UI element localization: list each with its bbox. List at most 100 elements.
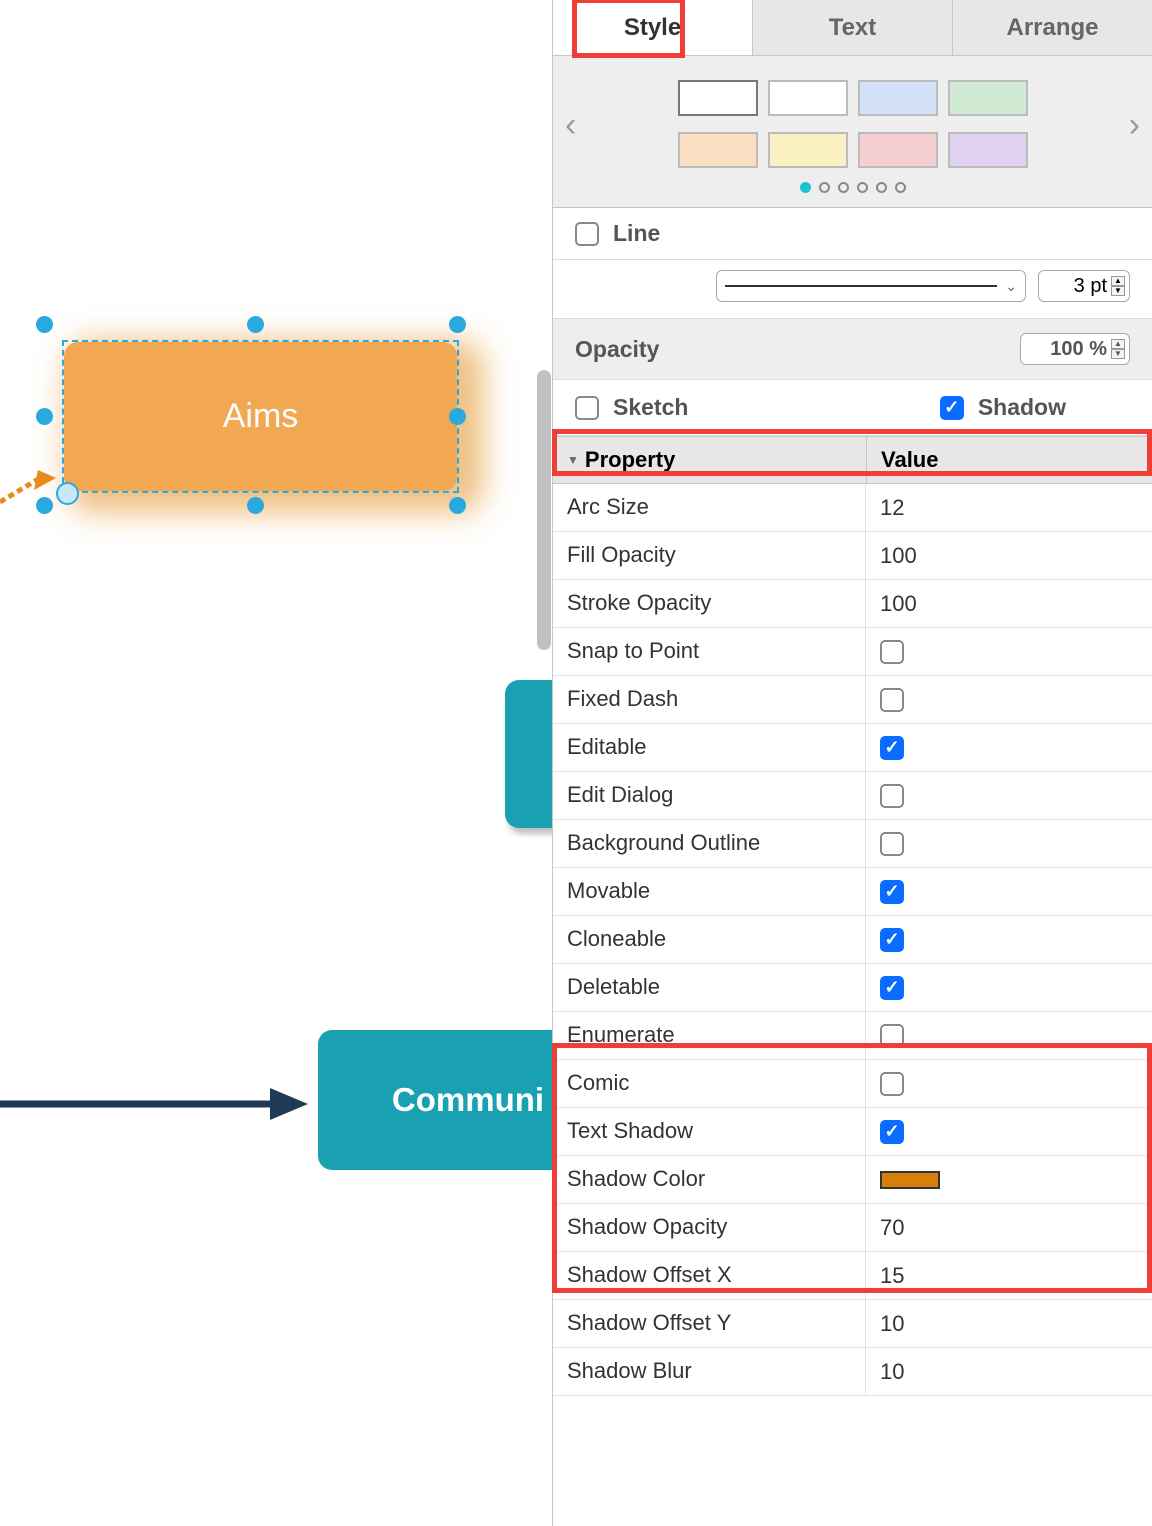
property-row: Fill Opacity100 <box>553 532 1152 580</box>
property-table-header: ▼ Property Value <box>553 436 1152 484</box>
property-row: Snap to Point <box>553 628 1152 676</box>
line-section: Line <box>553 208 1152 260</box>
property-name: Text Shadow <box>553 1108 866 1155</box>
selection-handle[interactable] <box>247 316 264 333</box>
selection-handle[interactable] <box>449 316 466 333</box>
tab-arrange[interactable]: Arrange <box>953 0 1152 55</box>
property-row: Shadow Offset X15 <box>553 1252 1152 1300</box>
property-name: Edit Dialog <box>553 772 866 819</box>
property-value[interactable]: 10 <box>866 1348 1152 1395</box>
property-value[interactable] <box>866 628 1152 675</box>
property-name: Background Outline <box>553 820 866 867</box>
property-checkbox[interactable] <box>880 1072 904 1096</box>
property-value[interactable] <box>866 1108 1152 1155</box>
tab-style[interactable]: Style <box>553 0 753 55</box>
property-value[interactable]: 100 <box>866 580 1152 627</box>
line-style-select[interactable]: ⌄ <box>716 270 1026 302</box>
connection-point[interactable] <box>56 482 79 505</box>
property-checkbox[interactable] <box>880 640 904 664</box>
shape-aims[interactable]: Aims <box>64 342 457 491</box>
property-value[interactable] <box>866 868 1152 915</box>
property-checkbox[interactable] <box>880 976 904 1000</box>
sketch-shadow-section: Sketch Shadow <box>553 380 1152 436</box>
page-dot[interactable] <box>876 182 887 193</box>
property-checkbox[interactable] <box>880 736 904 760</box>
property-value[interactable] <box>866 820 1152 867</box>
property-checkbox[interactable] <box>880 832 904 856</box>
property-row: Comic <box>553 1060 1152 1108</box>
property-name: Enumerate <box>553 1012 866 1059</box>
selection-handle[interactable] <box>36 497 53 514</box>
property-value[interactable]: 100 <box>866 532 1152 579</box>
stepper-icon[interactable]: ▲▼ <box>1111 276 1125 296</box>
chevron-left-icon[interactable]: ‹ <box>565 106 576 145</box>
opacity-label: Opacity <box>575 336 659 363</box>
selection-handle[interactable] <box>247 497 264 514</box>
property-checkbox[interactable] <box>880 928 904 952</box>
diagram-canvas[interactable]: Aims Communi <box>0 0 552 1526</box>
property-row: Editable <box>553 724 1152 772</box>
style-swatch[interactable] <box>858 132 938 168</box>
selection-handle[interactable] <box>36 316 53 333</box>
line-checkbox[interactable] <box>575 222 599 246</box>
property-value[interactable] <box>866 724 1152 771</box>
line-label: Line <box>613 220 660 247</box>
shape-communication[interactable]: Communi <box>318 1030 552 1170</box>
style-swatch[interactable] <box>678 132 758 168</box>
property-header-label: Property <box>585 447 675 473</box>
property-value[interactable] <box>866 1060 1152 1107</box>
line-width-input[interactable]: 3 pt ▲▼ <box>1038 270 1130 302</box>
shape-teal-partial[interactable] <box>505 680 552 828</box>
page-dot[interactable] <box>857 182 868 193</box>
arrow-dark-icon <box>0 1084 310 1124</box>
property-row: Cloneable <box>553 916 1152 964</box>
style-swatch[interactable] <box>768 80 848 116</box>
property-value[interactable]: 12 <box>866 484 1152 531</box>
value-header-label: Value <box>866 437 1152 483</box>
property-value[interactable]: 15 <box>866 1252 1152 1299</box>
property-name: Shadow Offset Y <box>553 1300 866 1347</box>
page-dot[interactable] <box>819 182 830 193</box>
property-row: Fixed Dash <box>553 676 1152 724</box>
style-swatch[interactable] <box>948 132 1028 168</box>
scrollbar-thumb[interactable] <box>537 370 551 650</box>
shadow-checkbox[interactable] <box>940 396 964 420</box>
sketch-checkbox[interactable] <box>575 396 599 420</box>
property-value[interactable] <box>866 916 1152 963</box>
property-checkbox[interactable] <box>880 1024 904 1048</box>
opacity-input[interactable]: 100 % ▲▼ <box>1020 333 1130 365</box>
style-swatch[interactable] <box>768 132 848 168</box>
property-checkbox[interactable] <box>880 784 904 808</box>
style-swatch[interactable] <box>858 80 938 116</box>
property-value[interactable] <box>866 676 1152 723</box>
property-checkbox[interactable] <box>880 688 904 712</box>
property-value[interactable] <box>866 964 1152 1011</box>
property-name: Stroke Opacity <box>553 580 866 627</box>
page-dot[interactable] <box>895 182 906 193</box>
property-row: Deletable <box>553 964 1152 1012</box>
style-swatch[interactable] <box>948 80 1028 116</box>
style-swatch[interactable] <box>678 80 758 116</box>
property-checkbox[interactable] <box>880 1120 904 1144</box>
property-value[interactable]: 10 <box>866 1300 1152 1347</box>
tab-text[interactable]: Text <box>753 0 953 55</box>
selection-handle[interactable] <box>449 408 466 425</box>
page-dot[interactable] <box>838 182 849 193</box>
property-row: Edit Dialog <box>553 772 1152 820</box>
property-checkbox[interactable] <box>880 880 904 904</box>
property-value[interactable]: 70 <box>866 1204 1152 1251</box>
property-row: Shadow Blur10 <box>553 1348 1152 1396</box>
property-value[interactable] <box>866 1012 1152 1059</box>
selection-handle[interactable] <box>36 408 53 425</box>
color-chip[interactable] <box>880 1171 940 1189</box>
property-value[interactable] <box>866 772 1152 819</box>
property-value[interactable] <box>866 1156 1152 1203</box>
property-name: Shadow Offset X <box>553 1252 866 1299</box>
selection-handle[interactable] <box>449 497 466 514</box>
stepper-icon[interactable]: ▲▼ <box>1111 339 1125 359</box>
chevron-right-icon[interactable]: › <box>1129 106 1140 145</box>
property-name: Arc Size <box>553 484 866 531</box>
panel-tabs: Style Text Arrange <box>553 0 1152 56</box>
page-dot[interactable] <box>800 182 811 193</box>
collapse-triangle-icon[interactable]: ▼ <box>567 453 579 467</box>
